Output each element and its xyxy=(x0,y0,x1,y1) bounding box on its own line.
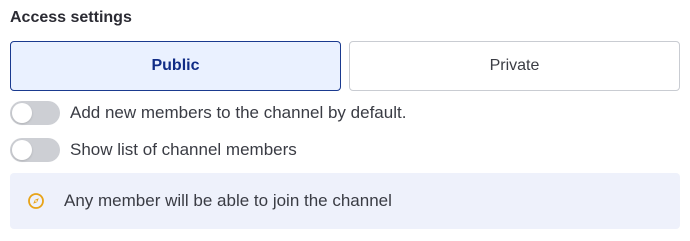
switch-knob xyxy=(12,140,32,160)
switch-row-show-members: Show list of channel members xyxy=(10,138,297,162)
show-members-switch[interactable] xyxy=(10,138,60,162)
switch-knob xyxy=(12,103,32,123)
add-members-label: Add new members to the channel by defaul… xyxy=(70,103,407,122)
info-text: Any member will be able to join the chan… xyxy=(64,191,392,210)
show-members-label: Show list of channel members xyxy=(70,140,297,159)
switch-row-add-members: Add new members to the channel by defaul… xyxy=(10,101,406,125)
access-option-public[interactable]: Public xyxy=(10,41,341,91)
access-settings-title: Access settings xyxy=(10,9,132,26)
access-option-private-label: Private xyxy=(489,57,540,74)
compass-icon xyxy=(27,192,45,210)
info-banner: Any member will be able to join the chan… xyxy=(10,173,680,229)
access-option-private[interactable]: Private xyxy=(349,41,680,91)
access-option-public-label: Public xyxy=(151,57,200,74)
add-members-switch[interactable] xyxy=(10,101,60,125)
